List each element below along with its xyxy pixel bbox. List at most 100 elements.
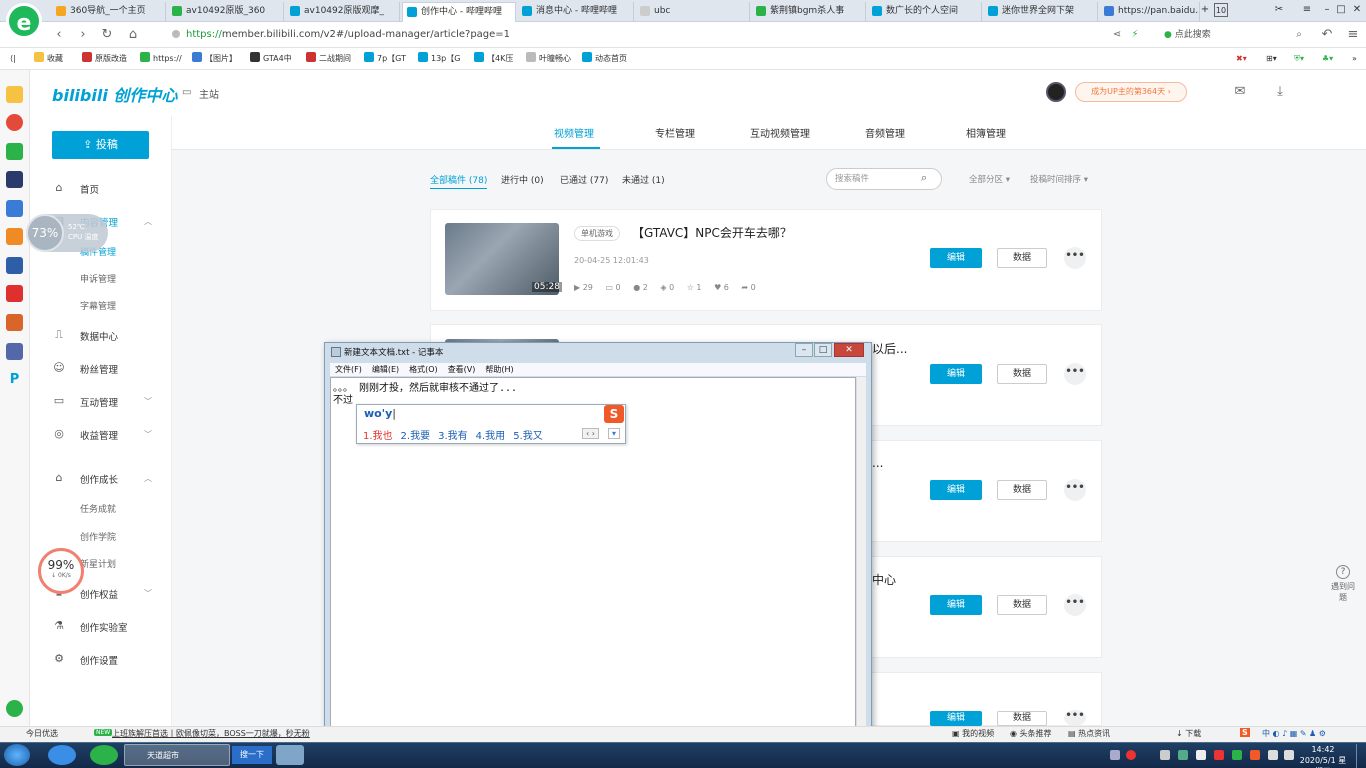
sogou-logo-icon[interactable]: S: [604, 405, 624, 423]
video-title-partial[interactable]: 以后...: [872, 340, 907, 357]
search-icon[interactable]: ⌕: [921, 171, 927, 185]
minimize-icon[interactable]: –: [1320, 3, 1334, 17]
ime-candidate[interactable]: 4.我用: [476, 431, 506, 442]
p-app-icon[interactable]: P: [6, 371, 23, 388]
tray-icon[interactable]: [1232, 750, 1242, 760]
data-button[interactable]: 数据: [997, 248, 1047, 268]
minimize-icon[interactable]: –: [795, 343, 813, 357]
sidebar-item-settings[interactable]: 创作设置: [80, 653, 118, 667]
tab-audio[interactable]: 音频管理: [865, 125, 905, 140]
lock-icon[interactable]: [172, 30, 180, 38]
more-button[interactable]: •••: [1064, 247, 1086, 269]
message-icon[interactable]: ✉: [1232, 84, 1248, 100]
upload-button[interactable]: ⇪ 投稿: [52, 131, 149, 159]
my-video-link[interactable]: ▣ 我的视频: [952, 728, 994, 739]
sort-dropdown[interactable]: 投稿时间排序 ▾: [1030, 173, 1088, 185]
edit-button[interactable]: 编辑: [930, 480, 982, 500]
filter-passed[interactable]: 已通过 (77): [560, 173, 608, 186]
maximize-icon[interactable]: □: [814, 343, 832, 357]
ime-status[interactable]: 中 ◐ ♪ ▦ ✎ ♟ ⚙: [1262, 728, 1326, 739]
bili-logo[interactable]: bilibili 创作中心: [52, 82, 177, 106]
volume-icon[interactable]: [1284, 750, 1294, 760]
data-button[interactable]: 数据: [997, 711, 1047, 726]
data-button[interactable]: 数据: [997, 480, 1047, 500]
sidebar-item-newstar[interactable]: 新星计划: [80, 557, 116, 570]
menu-view[interactable]: 查看(V): [448, 365, 476, 374]
back-icon[interactable]: ‹: [50, 26, 68, 44]
browser-tab[interactable]: av10492原版观摩_: [286, 2, 400, 22]
forward-icon[interactable]: ›: [74, 26, 92, 44]
game-app-icon[interactable]: [6, 257, 23, 274]
tray-icon[interactable]: [1268, 750, 1278, 760]
share-icon[interactable]: ⋖: [1108, 26, 1126, 44]
taskbar-app-active[interactable]: 天道超市: [124, 744, 230, 766]
bookmark-item[interactable]: GTA4中: [250, 52, 292, 66]
sidebar-item-income[interactable]: 收益管理: [80, 428, 118, 442]
news-ticker[interactable]: 上班族解压首选丨欧佩像切菜，BOSS一刀就爆，秒无粉: [112, 728, 310, 739]
more-button[interactable]: •••: [1064, 594, 1086, 616]
chevron-down-icon[interactable]: ﹀: [144, 396, 152, 407]
edit-button[interactable]: 编辑: [930, 364, 982, 384]
download-icon[interactable]: ⤓: [1272, 84, 1288, 100]
bookmark-item[interactable]: 7p【GT: [364, 52, 406, 66]
doc-icon[interactable]: [6, 200, 23, 217]
close-icon[interactable]: ✕: [834, 343, 864, 357]
browser-tab[interactable]: 紫荆镇bgm杀人事: [752, 2, 866, 22]
chevron-up-icon[interactable]: ︿: [144, 473, 152, 484]
up-days-badge[interactable]: 成为UP主的第364天 ›: [1075, 82, 1187, 102]
bookmark-item[interactable]: 【图片】: [192, 52, 237, 66]
browser-logo-icon[interactable]: e: [6, 3, 42, 39]
bookmark-item[interactable]: https://: [140, 52, 182, 66]
tray-icon[interactable]: [1110, 750, 1120, 760]
edit-button[interactable]: 编辑: [930, 595, 982, 615]
browser-tab[interactable]: ubc: [636, 2, 750, 22]
data-button[interactable]: 数据: [997, 364, 1047, 384]
tab-album[interactable]: 相簿管理: [966, 125, 1006, 140]
tray-icon[interactable]: [1196, 750, 1206, 760]
360-icon[interactable]: [90, 745, 118, 765]
more-bookmarks-icon[interactable]: »: [1352, 52, 1357, 66]
filter-all[interactable]: 全部稿件 (78): [430, 173, 488, 189]
sidebar-item-lab[interactable]: 创作实验室: [80, 620, 128, 634]
game-app-icon[interactable]: [6, 314, 23, 331]
bookmark-item[interactable]: 【4K压: [474, 52, 513, 66]
search-input[interactable]: ● 点此搜索: [1164, 26, 1310, 44]
tab-video[interactable]: 视频管理: [554, 125, 594, 140]
home-icon[interactable]: ⌂: [124, 26, 142, 44]
ime-page-nav[interactable]: ‹ ›: [582, 428, 599, 439]
ime-candidate[interactable]: 3.我有: [438, 431, 468, 442]
sidebar-item-appeal[interactable]: 申诉管理: [80, 272, 116, 285]
headline-link[interactable]: ◉ 头条推荐: [1010, 728, 1052, 739]
ime-expand-icon[interactable]: ▾: [608, 428, 621, 439]
video-title-partial[interactable]: 中心: [872, 571, 896, 588]
menu-format[interactable]: 格式(O): [409, 365, 438, 374]
mail-icon[interactable]: [6, 143, 23, 160]
notepad-scrollbar[interactable]: [856, 377, 866, 737]
tray-icon[interactable]: [1178, 750, 1188, 760]
close-icon[interactable]: ✕: [1350, 3, 1364, 17]
more-button[interactable]: •••: [1064, 710, 1086, 726]
shield-icon[interactable]: ⛨▾: [1294, 52, 1304, 66]
menu-edit[interactable]: 编辑(E): [372, 365, 399, 374]
chevron-down-icon[interactable]: ﹀: [144, 429, 152, 440]
ie-icon[interactable]: [48, 745, 76, 765]
sidebar-item-academy[interactable]: 创作学院: [80, 530, 116, 543]
game-app-icon[interactable]: [6, 228, 23, 245]
menu-icon[interactable]: ≡: [1300, 3, 1314, 17]
sidebar-item-interact[interactable]: 互动管理: [80, 395, 118, 409]
sidebar-item-home[interactable]: 首页: [80, 182, 99, 196]
help-link[interactable]: ? 遇到问题: [1330, 565, 1356, 603]
browser-tab[interactable]: 360导航_一个主页: [52, 2, 166, 22]
filter-in-progress[interactable]: 进行中 (0): [501, 173, 544, 186]
undo-icon[interactable]: ↶: [1318, 26, 1336, 44]
sidebar-item-fans[interactable]: 粉丝管理: [80, 362, 118, 376]
skin-icon[interactable]: ✂: [1272, 3, 1286, 17]
weibo-icon[interactable]: [6, 114, 23, 131]
menu-help[interactable]: 帮助(H): [485, 365, 513, 374]
tab-count-badge[interactable]: 10: [1214, 3, 1228, 17]
sidebar-item-data[interactable]: 数据中心: [80, 329, 118, 343]
more-menu-icon[interactable]: ≡: [1344, 26, 1362, 44]
game-app-icon[interactable]: [6, 343, 23, 360]
network-widget[interactable]: 99% ↓ 0K/s: [38, 548, 84, 594]
game-icon[interactable]: ♣▾: [1322, 52, 1333, 66]
